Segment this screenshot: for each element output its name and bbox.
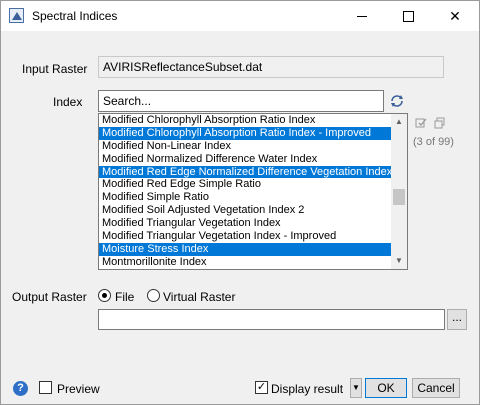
index-search-input[interactable]: Search...: [98, 90, 384, 112]
index-list[interactable]: Modified Chlorophyll Absorption Ratio In…: [98, 113, 408, 270]
index-list-item[interactable]: Modified Chlorophyll Absorption Ratio In…: [99, 114, 394, 127]
scroll-down-icon[interactable]: ▼: [391, 253, 407, 269]
input-raster-label: Input Raster: [22, 62, 88, 76]
spectral-indices-dialog: Spectral Indices ✕ Input Raster AVIRISRe…: [0, 0, 480, 405]
maximize-button[interactable]: [385, 1, 431, 31]
display-result-checkbox[interactable]: ✓: [255, 381, 268, 394]
output-file-label[interactable]: File: [115, 290, 134, 304]
minimize-icon: [357, 16, 367, 17]
index-list-item[interactable]: Montmorillonite Index: [99, 256, 394, 269]
edit-selection-icon[interactable]: [415, 117, 427, 129]
copy-selection-icon[interactable]: [434, 117, 446, 129]
output-virtual-raster-radio[interactable]: [147, 289, 160, 302]
maximize-icon: [403, 11, 414, 22]
ok-options-dropdown[interactable]: ▼: [350, 378, 362, 398]
index-list-scrollbar[interactable]: ▲ ▼: [391, 114, 407, 269]
title-bar[interactable]: Spectral Indices ✕: [1, 1, 479, 31]
selection-count: (3 of 99): [413, 136, 454, 148]
output-raster-label: Output Raster: [12, 290, 87, 304]
cancel-button[interactable]: Cancel: [412, 378, 460, 398]
scroll-thumb[interactable]: [393, 189, 405, 205]
preview-checkbox[interactable]: [39, 381, 52, 394]
minimize-button[interactable]: [339, 1, 385, 31]
browse-button[interactable]: ...: [447, 309, 467, 330]
index-list-item[interactable]: Modified Normalized Difference Water Ind…: [99, 153, 394, 166]
index-list-item[interactable]: Moisture Stress Index: [99, 242, 394, 256]
checkmark-icon: ✓: [256, 381, 267, 393]
help-icon[interactable]: ?: [13, 381, 28, 396]
dropdown-arrow-icon: ▼: [352, 383, 360, 392]
index-list-items: Modified Chlorophyll Absorption Ratio In…: [99, 114, 407, 269]
output-path-input[interactable]: [98, 309, 445, 330]
radio-selected-dot: [102, 293, 107, 298]
index-list-item[interactable]: Modified Red Edge Normalized Difference …: [99, 165, 394, 179]
index-list-item[interactable]: Modified Triangular Vegetation Index: [99, 217, 394, 230]
index-list-item[interactable]: Modified Simple Ratio: [99, 191, 394, 204]
ok-button[interactable]: OK: [365, 378, 407, 398]
app-icon: [9, 8, 24, 23]
window-title: Spectral Indices: [32, 9, 118, 23]
index-list-item[interactable]: Modified Triangular Vegetation Index - I…: [99, 230, 394, 243]
index-label: Index: [53, 95, 83, 109]
scroll-up-icon[interactable]: ▲: [391, 114, 407, 130]
index-list-item[interactable]: Modified Red Edge Simple Ratio: [99, 178, 394, 191]
preview-label[interactable]: Preview: [57, 382, 100, 396]
index-list-item[interactable]: Modified Non-Linear Index: [99, 140, 394, 153]
index-list-item[interactable]: Modified Soil Adjusted Vegetation Index …: [99, 204, 394, 217]
close-button[interactable]: ✕: [432, 1, 478, 31]
index-list-item[interactable]: Modified Chlorophyll Absorption Ratio In…: [99, 126, 394, 140]
output-virtual-raster-label[interactable]: Virtual Raster: [163, 290, 235, 304]
close-icon: ✕: [449, 8, 461, 24]
input-raster-field: AVIRISReflectanceSubset.dat: [98, 56, 444, 78]
display-result-label[interactable]: Display result: [271, 382, 343, 396]
refresh-icon[interactable]: [389, 93, 405, 109]
output-file-radio[interactable]: [98, 289, 111, 302]
